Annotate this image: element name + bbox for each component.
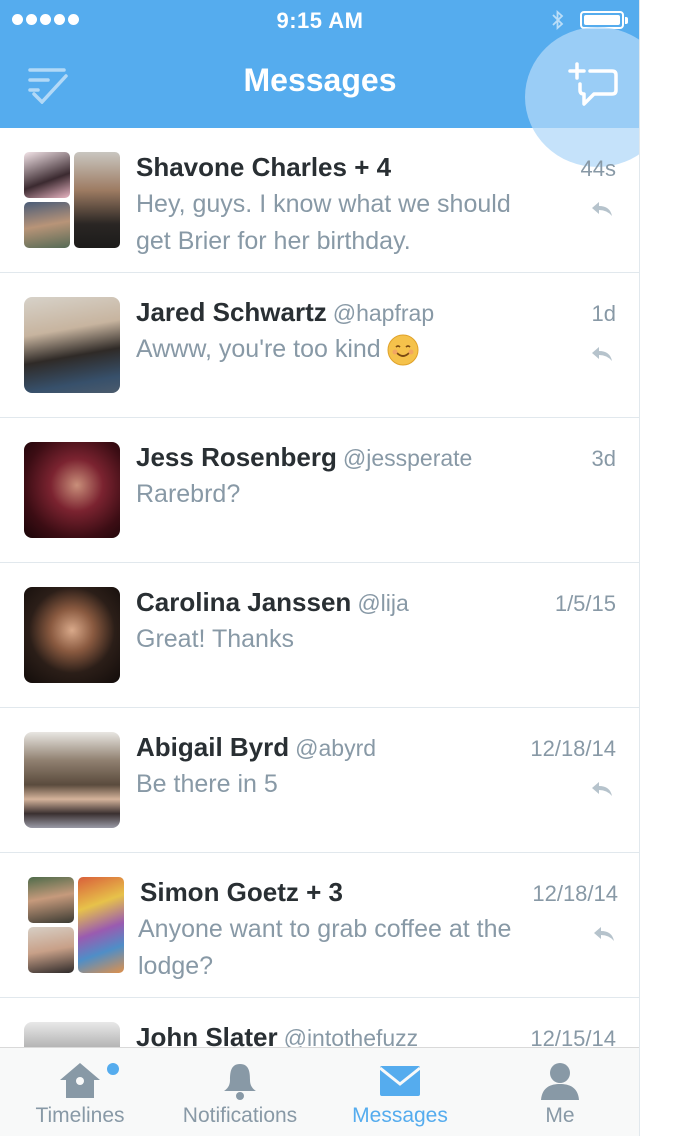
tab-timelines[interactable]: Timelines bbox=[0, 1048, 160, 1136]
tab-label: Notifications bbox=[182, 1104, 298, 1127]
timestamp: 3d bbox=[591, 446, 616, 471]
contact-handle: @jessperate bbox=[342, 445, 473, 471]
timestamp: 1d bbox=[591, 301, 616, 326]
timestamp: 1/5/15 bbox=[554, 591, 616, 616]
tab-bar: Timelines Notifications Messages Me bbox=[0, 1047, 639, 1136]
contact-name: Simon Goetz + 3 bbox=[140, 877, 343, 907]
status-time: 9:15 AM bbox=[276, 8, 364, 33]
avatar bbox=[24, 297, 120, 393]
home-icon bbox=[60, 1063, 100, 1098]
tab-label: Timelines bbox=[35, 1104, 125, 1127]
conversation-list: Shavone Charles + 4 44s Hey, guys. I kno… bbox=[0, 128, 639, 1136]
tab-me[interactable]: Me bbox=[480, 1048, 639, 1136]
tab-notifications[interactable]: Notifications bbox=[160, 1048, 320, 1136]
message-preview: Rarebrd? bbox=[136, 480, 241, 508]
person-icon bbox=[541, 1063, 579, 1100]
contact-handle: @lija bbox=[357, 590, 409, 616]
conversation-row[interactable]: Carolina Janssen @lija 1/5/15 Great! Than… bbox=[0, 563, 639, 708]
conversation-row[interactable]: Abigail Byrd @abyrd 12/18/14 Be there in … bbox=[0, 708, 639, 853]
conversation-header: Jess Rosenberg @jessperate bbox=[136, 442, 616, 474]
replied-icon bbox=[592, 202, 612, 216]
tab-messages[interactable]: Messages bbox=[320, 1048, 480, 1136]
conversation-header: Shavone Charles + 4 bbox=[136, 152, 616, 184]
conversation-row[interactable]: Jess Rosenberg @jessperate 3d Rarebrd? bbox=[0, 418, 639, 563]
message-preview: Anyone want to grab coffee at the lodge? bbox=[138, 915, 512, 980]
replied-icon bbox=[592, 347, 612, 361]
avatar bbox=[24, 442, 120, 538]
new-items-indicator bbox=[107, 1063, 119, 1075]
conversation-row[interactable]: Shavone Charles + 4 44s Hey, guys. I kno… bbox=[0, 128, 639, 273]
avatar bbox=[24, 732, 120, 828]
messages-screen: 9:15 AM Messages Shavone Charles + 4 44s… bbox=[0, 0, 640, 1136]
conversation-header: Carolina Janssen @lija bbox=[136, 587, 616, 619]
replied-icon bbox=[594, 927, 614, 941]
contact-name: Abigail Byrd bbox=[136, 732, 290, 762]
conversation-row[interactable]: Jared Schwartz @hapfrap 1d Awww, you're t… bbox=[0, 273, 639, 418]
group-avatar bbox=[28, 877, 124, 973]
compose-message-icon[interactable] bbox=[568, 62, 620, 108]
timestamp: 12/18/14 bbox=[532, 881, 618, 906]
contact-name: Jess Rosenberg bbox=[136, 442, 337, 472]
tab-label: Me bbox=[545, 1104, 575, 1127]
bluetooth-icon bbox=[552, 9, 564, 31]
contact-name: Shavone Charles + 4 bbox=[136, 152, 392, 182]
envelope-icon bbox=[379, 1066, 421, 1096]
replied-icon bbox=[592, 782, 612, 796]
timestamp: 44s bbox=[580, 156, 616, 181]
tab-label: Messages bbox=[352, 1104, 448, 1127]
bell-icon bbox=[224, 1064, 256, 1100]
contact-name: Jared Schwartz bbox=[136, 297, 327, 327]
group-avatar bbox=[24, 152, 120, 248]
smiling-face-emoji-icon bbox=[387, 334, 419, 366]
message-preview: Awww, you're too kind bbox=[136, 331, 536, 368]
avatar bbox=[24, 587, 120, 683]
conversation-header: Jared Schwartz @hapfrap bbox=[136, 297, 616, 329]
contact-handle: @hapfrap bbox=[332, 300, 435, 326]
message-text: Awww, you're too kind bbox=[136, 335, 381, 363]
status-bar: 9:15 AM bbox=[0, 0, 639, 40]
contact-name: Carolina Janssen bbox=[136, 587, 352, 617]
message-preview: Be there in 5 bbox=[136, 770, 278, 798]
conversation-row[interactable]: Simon Goetz + 3 12/18/14 Anyone want to … bbox=[0, 853, 639, 998]
contact-handle: @abyrd bbox=[295, 735, 377, 761]
message-preview: Hey, guys. I know what we should get Bri… bbox=[136, 190, 511, 255]
message-preview: Great! Thanks bbox=[136, 625, 294, 653]
timestamp: 12/18/14 bbox=[530, 736, 616, 761]
